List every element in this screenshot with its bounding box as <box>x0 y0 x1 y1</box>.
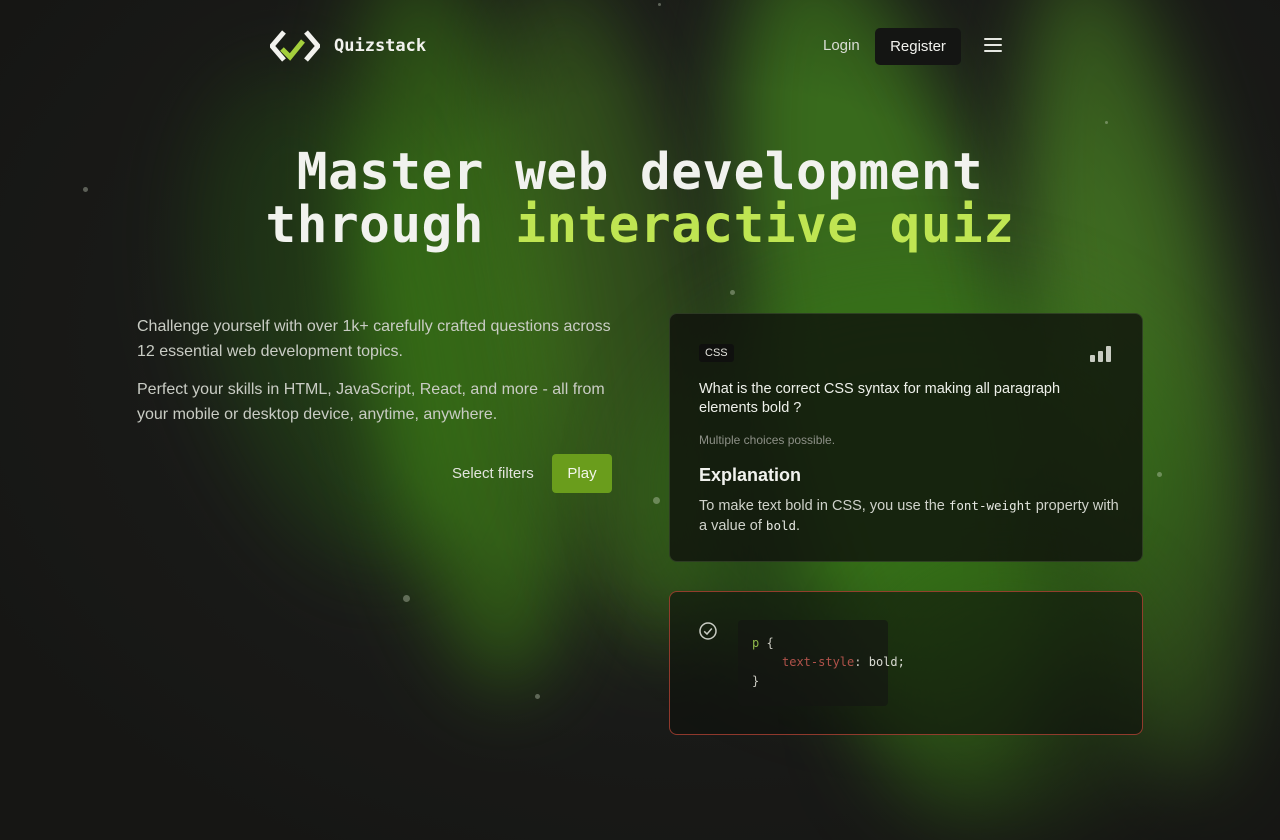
brand-name[interactable]: Quizstack <box>334 36 426 56</box>
code-snippet: p { text-style: bold; } <box>738 620 905 706</box>
explanation-title: Explanation <box>699 465 802 485</box>
difficulty-bars-icon <box>1090 346 1114 362</box>
intro-paragraph-2: Perfect your skills in HTML, JavaScript,… <box>137 381 605 423</box>
intro-text: Challenge yourself with over 1k+ careful… <box>137 314 627 440</box>
quizstack-logo[interactable] <box>270 30 320 64</box>
explanation-before: To make text bold in CSS, you use the <box>699 498 945 514</box>
top-navigation: Quizstack Login Register <box>270 28 1002 66</box>
topic-tag: CSS <box>699 344 734 362</box>
hero-line-2: through interactive quiz <box>0 199 1280 252</box>
explanation-text: To make text bold in CSS, you use the fo… <box>699 496 1119 536</box>
question-hint: Multiple choices possible. <box>699 433 836 447</box>
hamburger-menu-icon[interactable] <box>984 38 1002 54</box>
code-property: text-style <box>782 655 855 669</box>
code-value: bold; <box>868 655 905 669</box>
check-circle-icon[interactable] <box>699 622 717 640</box>
code-open-brace: { <box>766 636 774 650</box>
code-separator: : <box>854 655 862 669</box>
quiz-question-card: CSS What is the correct CSS syntax for m… <box>669 313 1143 562</box>
explanation-code-bold: bold <box>765 518 797 533</box>
hero-line-2-prefix: through <box>265 196 484 255</box>
login-button[interactable]: Login <box>823 37 860 54</box>
register-button[interactable]: Register <box>875 28 961 65</box>
code-selector: p <box>752 636 760 650</box>
hero-heading: Master web development through interacti… <box>0 146 1280 252</box>
intro-paragraph-1: Challenge yourself with over 1k+ careful… <box>137 318 611 360</box>
explanation-after: . <box>796 518 801 534</box>
explanation-code-font-weight: font-weight <box>948 498 1032 513</box>
answer-option-card[interactable]: p { text-style: bold; } <box>669 591 1143 735</box>
code-close-brace: } <box>752 674 760 688</box>
select-filters-button[interactable]: Select filters <box>452 465 534 482</box>
hero-accent-text: interactive quiz <box>515 196 1015 255</box>
hero-line-1: Master web development <box>296 143 984 202</box>
play-button[interactable]: Play <box>552 454 612 493</box>
question-text: What is the correct CSS syntax for makin… <box>699 381 1061 416</box>
